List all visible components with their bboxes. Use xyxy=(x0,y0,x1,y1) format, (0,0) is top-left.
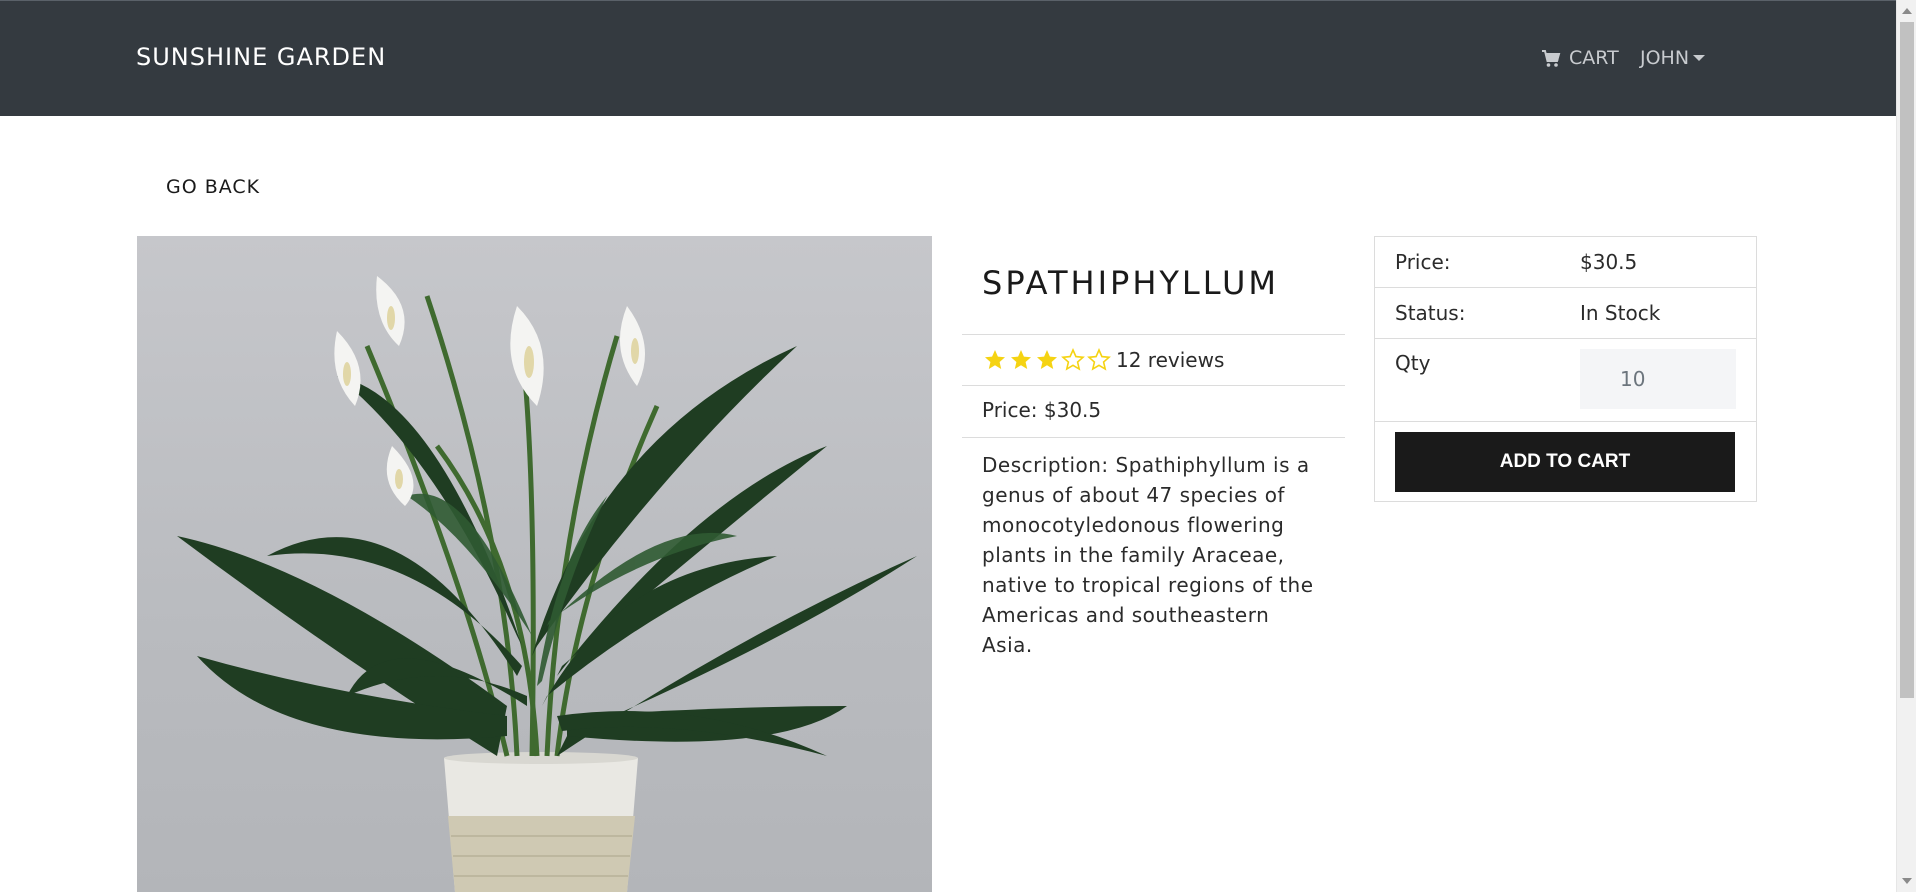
status-value: In Stock xyxy=(1580,301,1661,325)
status-label: Status: xyxy=(1395,301,1466,325)
star-filled-icon xyxy=(1037,350,1057,369)
product-image xyxy=(137,236,932,892)
status-row: Status: In Stock xyxy=(1375,288,1756,339)
star-empty-icon xyxy=(1061,348,1085,371)
brand-logo[interactable]: SUNSHINE GARDEN xyxy=(136,43,386,71)
scroll-thumb[interactable] xyxy=(1900,22,1914,698)
star-filled-icon xyxy=(985,350,1005,369)
purchase-card: Price: $30.5 Status: In Stock Qty 10 ADD… xyxy=(1374,236,1757,502)
scroll-up-arrow-icon[interactable] xyxy=(1902,8,1912,14)
price-row: Price: $30.5 xyxy=(1375,237,1756,288)
scroll-down-arrow-icon[interactable] xyxy=(1902,878,1912,884)
qty-label: Qty xyxy=(1395,351,1431,375)
qty-select[interactable]: 10 xyxy=(1580,349,1736,409)
product-info: SPATHIPHYLLUM 12 reviews Price: $30.5 De… xyxy=(962,236,1345,672)
product-rating: 12 reviews xyxy=(962,335,1345,386)
rating-stars xyxy=(982,348,1112,372)
chevron-down-icon xyxy=(1693,55,1706,61)
star-empty-icon xyxy=(1087,348,1111,371)
price-label: Price: xyxy=(1395,250,1451,274)
cart-label: CART xyxy=(1569,47,1619,69)
cart-link[interactable]: CART xyxy=(1541,47,1619,69)
qty-row: Qty 10 xyxy=(1375,339,1756,422)
cart-icon xyxy=(1542,49,1561,67)
star-filled-icon xyxy=(1011,350,1031,369)
add-button-wrap: ADD TO CART xyxy=(1375,422,1756,502)
product-title: SPATHIPHYLLUM xyxy=(962,236,1345,335)
user-name: JOHN xyxy=(1640,47,1690,69)
plant-photo xyxy=(177,276,917,892)
product-description: Description: Spathiphyllum is a genus of… xyxy=(982,453,1314,657)
product-price: Price: $30.5 xyxy=(962,386,1345,438)
user-dropdown[interactable]: JOHN xyxy=(1640,47,1706,69)
scrollbar[interactable] xyxy=(1896,0,1916,892)
go-back-button[interactable]: GO BACK xyxy=(150,168,276,206)
add-to-cart-button[interactable]: ADD TO CART xyxy=(1395,432,1735,492)
navbar: SUNSHINE GARDEN CART JOHN xyxy=(0,0,1896,116)
price-value: $30.5 xyxy=(1580,250,1638,274)
reviews-count: 12 reviews xyxy=(1116,348,1225,372)
